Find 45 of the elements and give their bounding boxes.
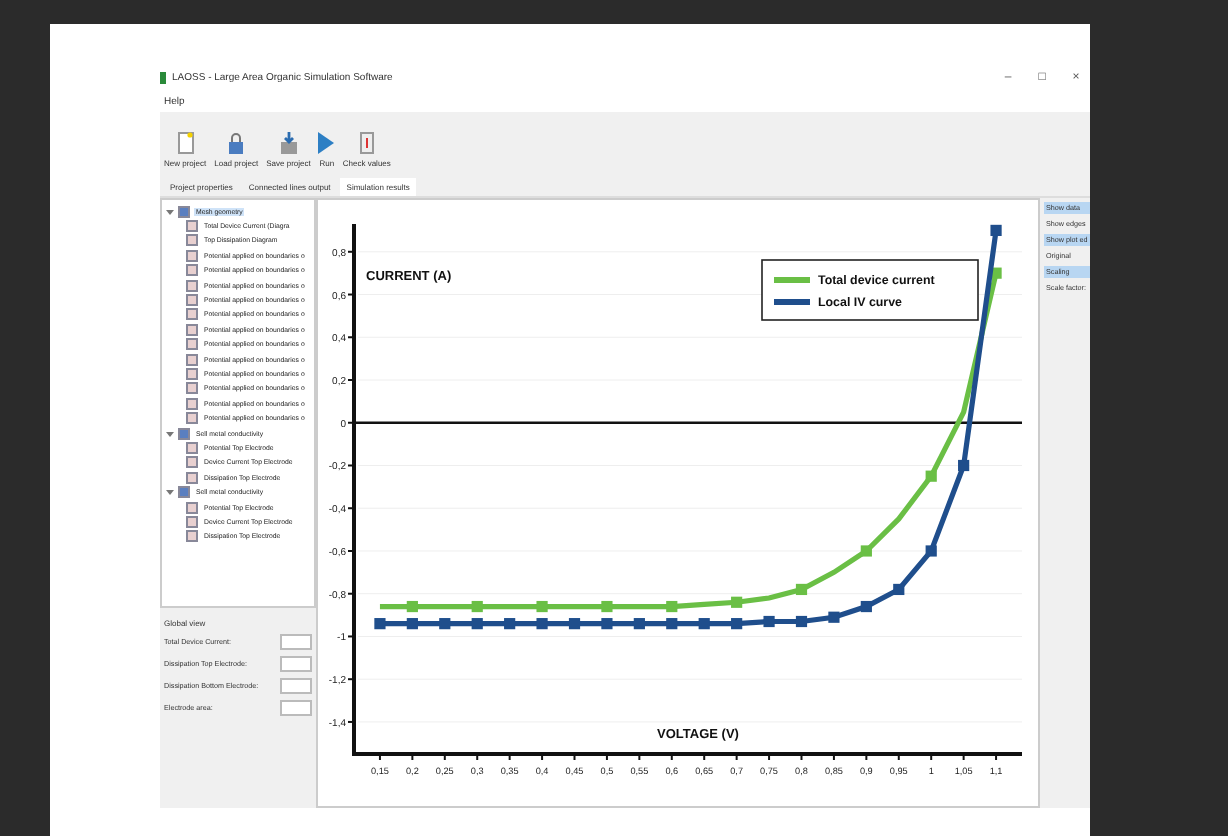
expander-icon[interactable] (166, 488, 174, 497)
expander-icon[interactable] (166, 207, 174, 216)
data-point (990, 224, 1002, 236)
expander-icon[interactable] (166, 429, 174, 438)
legend-swatch (774, 299, 810, 305)
input-field[interactable] (280, 700, 312, 716)
data-point (828, 611, 840, 623)
input-field[interactable] (280, 678, 312, 694)
disk-save-icon (279, 132, 298, 154)
data-point (698, 618, 710, 630)
app-icon (160, 72, 166, 84)
new-file-icon (177, 132, 194, 154)
data-point (990, 267, 1002, 279)
play-icon (318, 132, 335, 154)
document-check-icon (359, 132, 374, 154)
data-point (406, 618, 418, 630)
data-point (601, 600, 613, 613)
data-point (958, 459, 970, 472)
data-point (568, 618, 581, 630)
legend-swatch (774, 277, 810, 283)
data-point (406, 600, 418, 613)
data-point (795, 583, 808, 596)
data-point (536, 600, 548, 613)
data-point (925, 470, 937, 482)
input-field[interactable] (280, 634, 312, 650)
data-point (666, 600, 678, 613)
data-point (893, 583, 905, 596)
data-point (471, 618, 483, 630)
data-point (633, 618, 645, 630)
input-field[interactable] (280, 656, 312, 672)
data-point (504, 618, 516, 630)
data-point (860, 600, 872, 613)
data-point (860, 545, 872, 557)
data-point (536, 618, 548, 630)
data-point (374, 618, 386, 630)
padlock-icon (228, 132, 245, 154)
data-point (439, 618, 451, 630)
data-point (763, 615, 775, 628)
data-point (666, 618, 678, 630)
data-point (731, 596, 743, 608)
data-point (925, 545, 937, 557)
data-point (601, 618, 613, 630)
data-point (795, 615, 808, 628)
data-point (731, 618, 743, 630)
data-point (471, 600, 483, 613)
